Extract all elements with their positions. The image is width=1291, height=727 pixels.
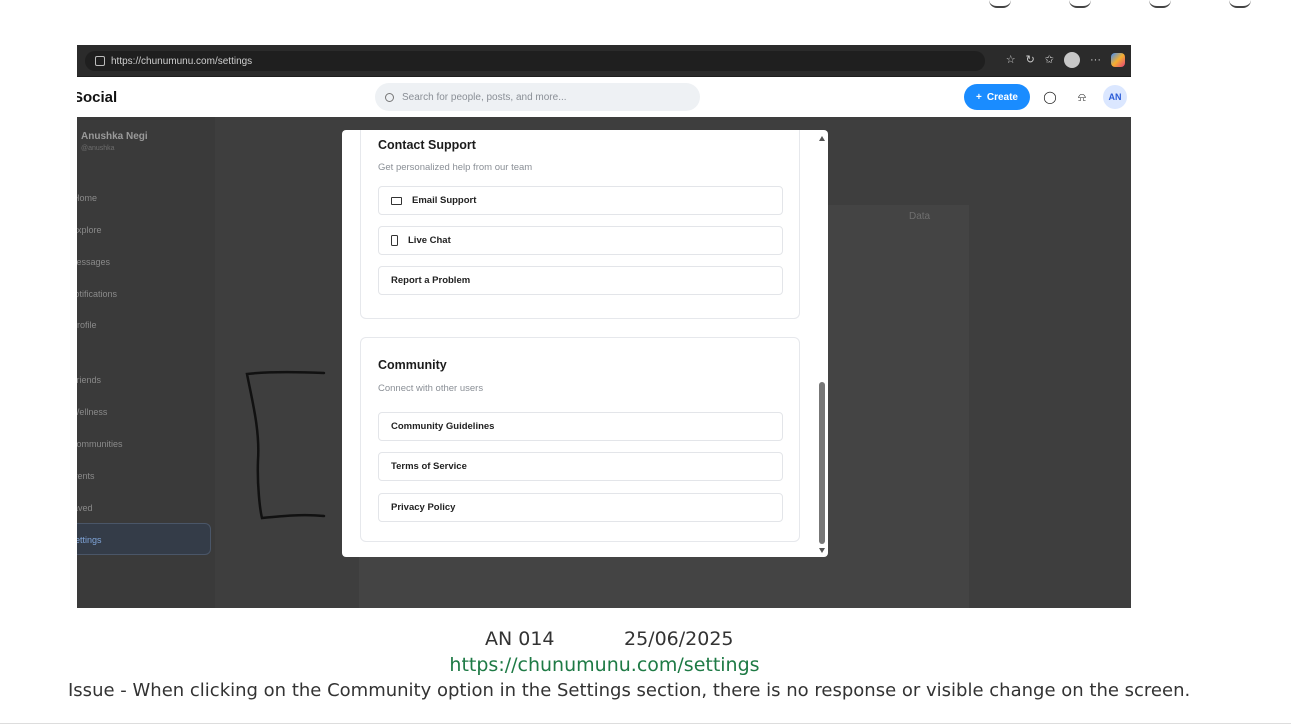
email-support-label: Email Support	[412, 195, 477, 206]
modal-scrollbar[interactable]	[818, 132, 826, 555]
privacy-policy-button[interactable]: Privacy Policy	[378, 493, 783, 522]
app-logo[interactable]: Social	[77, 89, 117, 106]
lock-icon	[95, 56, 105, 66]
create-button[interactable]: + Create	[964, 84, 1030, 110]
host-icon[interactable]	[1149, 0, 1171, 8]
host-icon[interactable]	[1229, 0, 1251, 8]
report-problem-label: Report a Problem	[391, 275, 471, 286]
sidebar-item-wellness[interactable]: Wellness	[77, 407, 107, 417]
app-header: Social Search for people, posts, and mor…	[77, 77, 1131, 117]
scroll-up-icon[interactable]	[819, 136, 825, 141]
refresh-icon[interactable]: ↻	[1026, 52, 1035, 68]
sidebar-item-explore[interactable]: Explore	[77, 225, 102, 235]
profile-handle: @anushka	[81, 145, 115, 152]
browser-profile-icon[interactable]	[1064, 52, 1080, 68]
chat-icon[interactable]: ◯	[1043, 90, 1057, 104]
star-icon[interactable]: ☆	[1006, 52, 1016, 68]
bug-id: AN 014	[485, 628, 555, 650]
scrollbar-thumb[interactable]	[819, 382, 825, 544]
report-problem-button[interactable]: Report a Problem	[378, 266, 783, 295]
terms-of-service-label: Terms of Service	[391, 461, 467, 472]
email-support-button[interactable]: Email Support	[378, 186, 783, 215]
embedded-screenshot: https://chunumunu.com/settings ☆ ↻ ✩ ···…	[77, 45, 1131, 608]
report-page: https://chunumunu.com/settings ☆ ↻ ✩ ···…	[0, 0, 1291, 727]
privacy-policy-label: Privacy Policy	[391, 502, 456, 513]
sidebar-item-home[interactable]: Home	[77, 193, 97, 203]
bell-icon[interactable]: ⍾	[1075, 90, 1089, 104]
caption-link[interactable]: https://chunumunu.com/settings	[0, 654, 1209, 676]
browser-actions: ☆ ↻ ✩ ···	[1006, 52, 1125, 68]
mail-icon	[391, 196, 402, 205]
contact-support-card: Contact Support Get personalized help fr…	[360, 130, 800, 319]
plus-icon: +	[976, 91, 982, 103]
host-toolbar	[989, 0, 1251, 8]
sidebar-item-communities[interactable]: Communities	[77, 439, 123, 449]
terms-of-service-button[interactable]: Terms of Service	[378, 452, 783, 481]
help-support-modal: Contact Support Get personalized help fr…	[342, 130, 828, 557]
sidebar-item-messages[interactable]: Messages	[77, 257, 110, 267]
contact-support-subtitle: Get personalized help from our team	[378, 162, 533, 173]
favorites-icon[interactable]: ✩	[1045, 52, 1054, 68]
sidebar-item-saved[interactable]: Saved	[77, 503, 93, 513]
more-icon[interactable]: ···	[1090, 52, 1101, 68]
background-data-label: Data	[909, 211, 931, 222]
create-label: Create	[986, 91, 1018, 103]
search-icon	[385, 92, 394, 102]
community-subtitle: Connect with other users	[378, 383, 484, 394]
page-divider	[0, 723, 1291, 724]
sidebar-item-events[interactable]: Events	[77, 471, 95, 481]
sidebar-item-profile[interactable]: Profile	[77, 320, 97, 330]
phone-icon	[391, 235, 398, 246]
community-guidelines-button[interactable]: Community Guidelines	[378, 412, 783, 441]
sidebar-item-friends[interactable]: Friends	[77, 375, 101, 385]
copilot-icon[interactable]	[1111, 53, 1125, 67]
community-card: Community Connect with other users Commu…	[360, 337, 800, 542]
annotation-bracket-mark	[245, 370, 326, 520]
live-chat-label: Live Chat	[408, 235, 451, 246]
search-input[interactable]: Search for people, posts, and more...	[375, 83, 700, 111]
address-url: https://chunumunu.com/settings	[111, 55, 253, 67]
bug-date: 25/06/2025	[624, 628, 734, 650]
sidebar-item-notifications[interactable]: Notifications	[77, 289, 117, 299]
search-placeholder: Search for people, posts, and more...	[402, 91, 567, 103]
issue-description: Issue - When clicking on the Community o…	[68, 680, 1191, 701]
user-avatar[interactable]: AN	[1103, 85, 1127, 109]
scroll-down-icon[interactable]	[819, 548, 825, 553]
community-guidelines-label: Community Guidelines	[391, 421, 495, 432]
profile-name: Anushka Negi	[81, 131, 148, 142]
contact-support-title: Contact Support	[378, 138, 476, 152]
host-icon[interactable]	[1069, 0, 1091, 8]
address-bar[interactable]: https://chunumunu.com/settings	[85, 51, 985, 71]
browser-toolbar: https://chunumunu.com/settings ☆ ↻ ✩ ···	[77, 45, 1131, 77]
live-chat-button[interactable]: Live Chat	[378, 226, 783, 255]
host-icon[interactable]	[989, 0, 1011, 8]
sidebar-item-settings[interactable]: Settings	[77, 535, 102, 545]
community-title: Community	[378, 358, 447, 372]
sidebar: Anushka Negi @anushka Home Explore Messa…	[77, 117, 215, 608]
